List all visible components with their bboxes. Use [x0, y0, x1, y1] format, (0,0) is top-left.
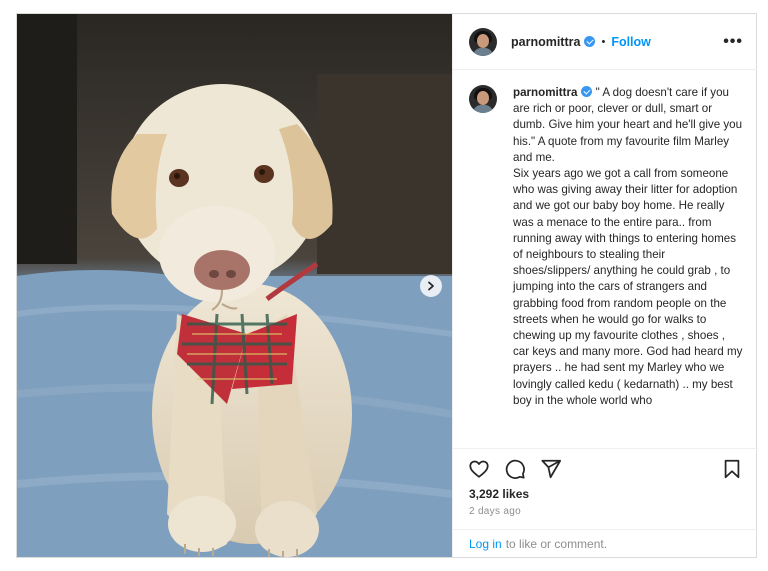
bookmark-icon: [724, 459, 740, 478]
comment-icon: [505, 459, 525, 479]
avatar[interactable]: [469, 27, 497, 56]
chevron-right-icon: [428, 281, 434, 291]
login-prompt: Log in to like or comment.: [453, 529, 758, 557]
login-link[interactable]: Log in: [469, 537, 502, 551]
separator-dot: •: [601, 35, 606, 48]
likes-count[interactable]: 3,292 likes: [469, 487, 529, 501]
follow-button[interactable]: Follow: [611, 35, 651, 49]
share-button[interactable]: [539, 457, 563, 481]
action-bar: [453, 448, 758, 488]
heart-icon: [469, 460, 489, 478]
verified-badge-icon: [581, 86, 593, 97]
verified-badge-icon: [584, 36, 596, 47]
post-timestamp[interactable]: 2 days ago: [469, 506, 521, 517]
dog-photo: [17, 14, 452, 557]
caption-text: parnomittra " A dog doesn't care if you …: [513, 85, 744, 409]
more-options-icon[interactable]: •••: [723, 33, 743, 51]
caption-username[interactable]: parnomittra: [513, 86, 577, 99]
post-sidebar: parnomittra • Follow ••• parnomittra " A…: [452, 14, 758, 557]
save-button[interactable]: [720, 457, 744, 481]
share-icon: [541, 459, 562, 478]
post-card: parnomittra • Follow ••• parnomittra " A…: [16, 13, 758, 558]
caption-body: " A dog doesn't care if you are rich or …: [513, 86, 743, 407]
caption-avatar[interactable]: [469, 85, 497, 113]
caption-row: parnomittra " A dog doesn't care if you …: [469, 85, 744, 409]
post-image[interactable]: [17, 14, 452, 557]
comment-button[interactable]: [503, 457, 527, 481]
caption-area[interactable]: parnomittra " A dog doesn't care if you …: [453, 71, 758, 437]
post-header: parnomittra • Follow •••: [453, 14, 757, 70]
login-suffix: to like or comment.: [505, 536, 608, 551]
username[interactable]: parnomittra: [511, 35, 580, 49]
like-button[interactable]: [467, 457, 491, 481]
next-image-button[interactable]: [420, 275, 442, 297]
